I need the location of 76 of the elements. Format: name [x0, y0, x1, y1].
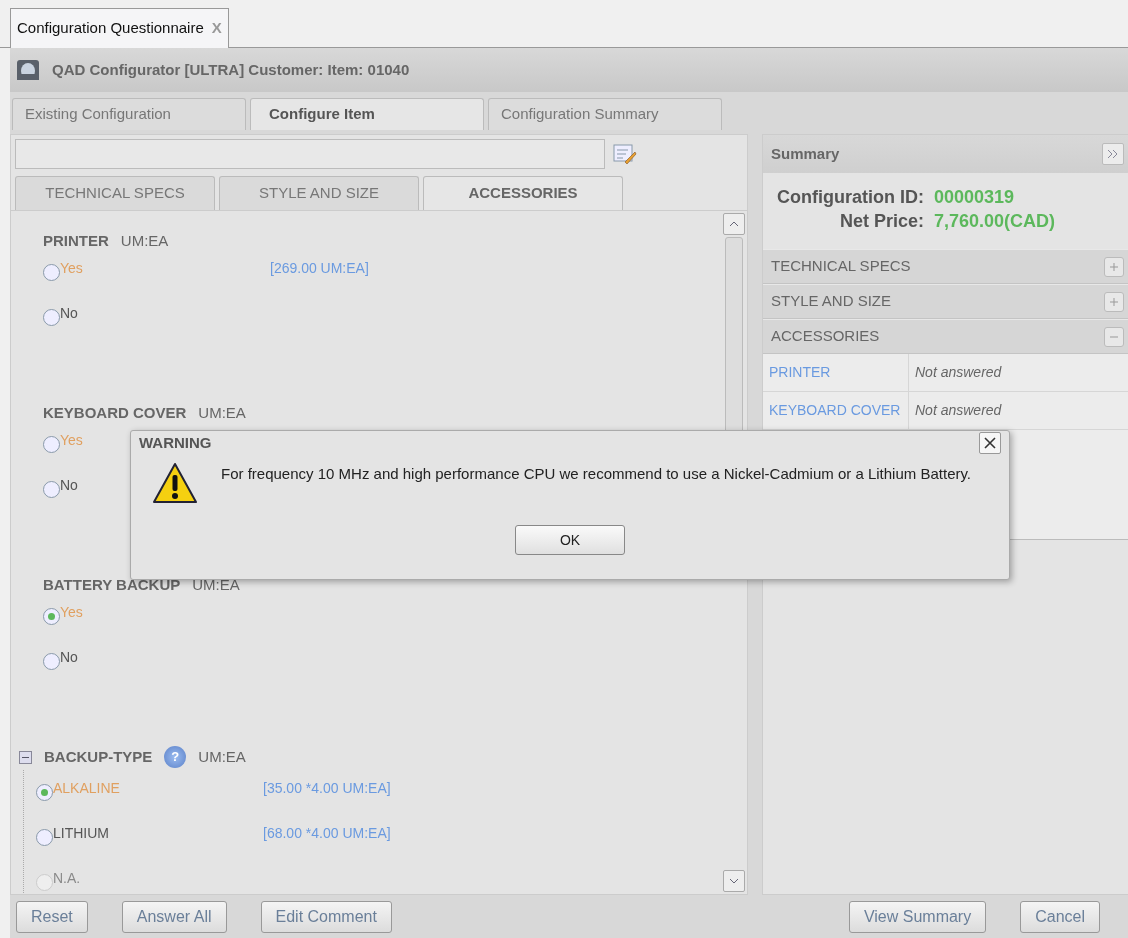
dialog-title: WARNING — [139, 432, 212, 453]
header-title: QAD Configurator [ULTRA] Customer: Item: 01040 — [52, 59, 410, 80]
tab[interactable]: Configuration Summary — [488, 98, 722, 130]
radio-button[interactable] — [36, 784, 53, 801]
radio-button[interactable] — [36, 829, 53, 846]
table-cell: PRINTER — [763, 354, 909, 391]
double-chevron-icon — [1107, 149, 1119, 159]
summary-group-header[interactable]: STYLE AND SIZE — [763, 284, 1128, 319]
table-cell-text: Not answered — [914, 363, 1003, 382]
question-label: BATTERY BACKUP — [43, 574, 181, 595]
question-label: KEYBOARD COVER — [43, 402, 187, 423]
ok-button[interactable]: OK — [515, 525, 625, 555]
unit-label: UM:EA — [198, 402, 246, 423]
footer-button[interactable]: Answer All — [121, 900, 227, 933]
summary-group-header[interactable]: ACCESSORIES — [763, 319, 1128, 354]
search-field[interactable] — [15, 139, 605, 169]
scroll-up-button[interactable] — [723, 213, 745, 235]
radio-button[interactable] — [43, 436, 60, 453]
collapse-panel-button[interactable] — [1102, 143, 1124, 165]
field-label: Configuration ID: — [777, 186, 924, 209]
footer-button[interactable]: Edit Comment — [260, 900, 392, 933]
unit-label: UM:EA — [198, 746, 246, 767]
summary-group-header[interactable]: TECHNICAL SPECS — [763, 249, 1128, 284]
option-price: [35.00 *4.00 UM:EA] — [263, 779, 391, 798]
expand-icon[interactable] — [1104, 256, 1124, 277]
section-tab[interactable]: STYLE AND SIZE — [219, 176, 419, 210]
caret-down-icon — [729, 878, 739, 884]
expand-icon[interactable] — [1104, 291, 1124, 312]
option-label: No — [60, 477, 78, 493]
tab[interactable]: Existing Configuration — [12, 98, 246, 130]
footer-button[interactable]: View Summary — [848, 900, 987, 933]
option-label: Yes — [60, 604, 83, 620]
close-icon — [984, 437, 996, 449]
option-price: [68.00 *4.00 UM:EA] — [263, 824, 391, 843]
field-value: 00000319 — [934, 186, 1016, 209]
caret-up-icon — [729, 221, 739, 227]
edit-notes-icon[interactable] — [613, 143, 637, 165]
option-label: LITHIUM — [53, 825, 109, 841]
dialog-message: For frequency 10 MHz and high performance CPU we recommend to use a Nickel-Cadmium or a Lithium Battery. — [221, 464, 972, 484]
close-button[interactable] — [979, 432, 1001, 454]
option-label: No — [60, 305, 78, 321]
option-label: N.A. — [53, 870, 81, 886]
tab[interactable]: Configure Item — [250, 98, 484, 130]
collapse-icon[interactable] — [19, 750, 32, 764]
table-cell: KEYBOARD COVER — [763, 392, 909, 429]
group-title: ACCESSORIES — [771, 326, 880, 347]
unit-label: UM:EA — [192, 574, 240, 595]
radio-button[interactable] — [43, 653, 60, 670]
field-label: Net Price: — [838, 210, 924, 234]
close-button[interactable]: X — [211, 17, 222, 40]
unit-label: UM:EA — [120, 230, 169, 251]
radio-button[interactable] — [43, 309, 60, 326]
option-label: No — [60, 649, 78, 665]
question-label: PRINTER — [43, 230, 109, 251]
radio-button[interactable] — [43, 608, 60, 625]
group-title: STYLE AND SIZE — [771, 291, 892, 312]
section-tab[interactable]: ACCESSORIES — [423, 176, 623, 210]
footer-button[interactable]: Reset — [16, 900, 88, 933]
radio-button[interactable] — [43, 481, 60, 498]
field-value: 7,760.00(CAD) — [934, 210, 1056, 234]
document-tab[interactable]: Configuration Questionnaire X — [10, 8, 229, 48]
option-price: [269.00 UM:EA] — [270, 259, 369, 278]
section-tab[interactable]: TECHNICAL SPECS — [15, 176, 215, 210]
option-label: Yes — [60, 432, 83, 448]
warning-icon — [151, 461, 199, 505]
question-label: BACKUP-TYPE — [44, 746, 153, 767]
option-label: Yes — [60, 260, 83, 276]
summary-title: Summary — [771, 143, 840, 164]
footer-button[interactable]: Cancel — [1020, 900, 1100, 933]
group-title: TECHNICAL SPECS — [771, 256, 911, 277]
option-label: ALKALINE — [53, 780, 120, 796]
app-logo-icon — [16, 58, 40, 82]
help-icon[interactable]: ? — [164, 746, 187, 768]
scroll-down-button[interactable] — [723, 870, 745, 892]
table-cell-text: Not answered — [914, 401, 1003, 420]
radio-button[interactable] — [43, 264, 60, 281]
